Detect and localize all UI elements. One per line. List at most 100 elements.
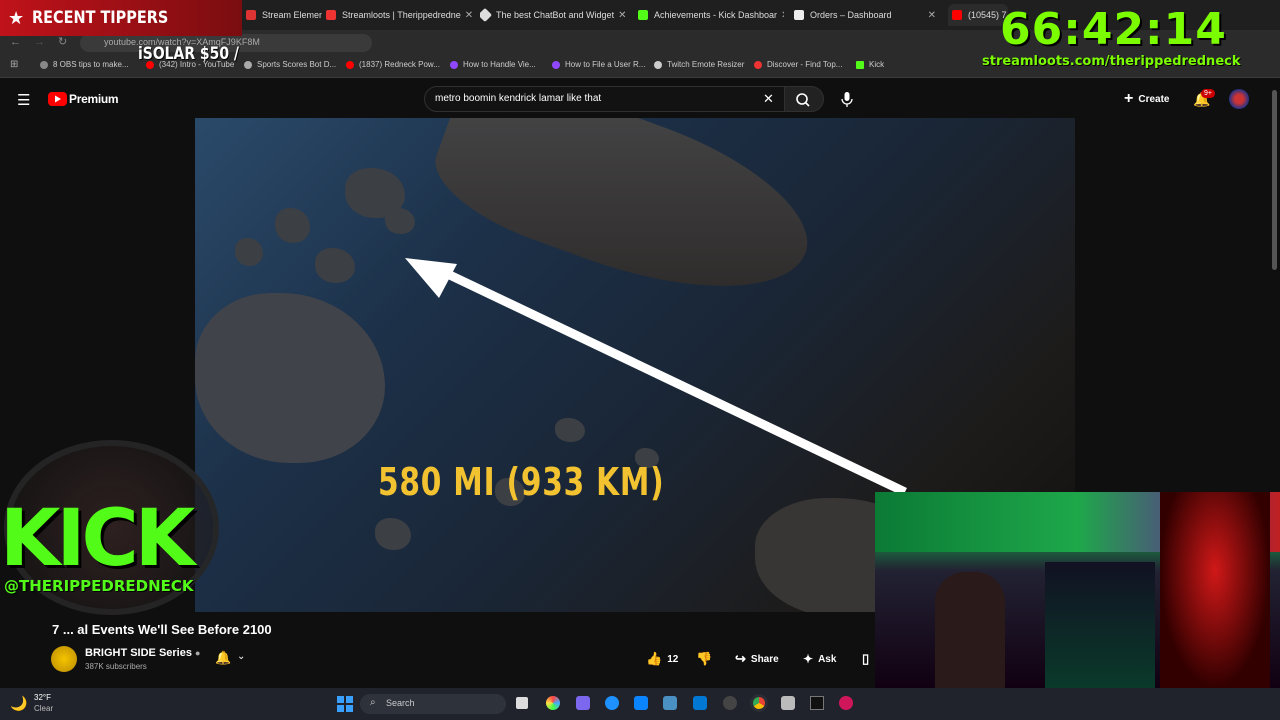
windows-start-icon[interactable] bbox=[337, 696, 353, 712]
bookmark-item[interactable]: (1837) Redneck Pow... bbox=[346, 60, 440, 69]
tab-favicon-icon bbox=[794, 10, 804, 20]
thumbs-up-icon: 👍 bbox=[646, 651, 663, 666]
bookmark-item[interactable]: Twitch Emote Resizer bbox=[654, 60, 744, 69]
forward-icon[interactable]: → bbox=[34, 36, 45, 48]
page-scrollbar[interactable] bbox=[1272, 90, 1277, 270]
tab-favicon-icon bbox=[952, 10, 962, 20]
chair bbox=[935, 572, 1005, 688]
search-icon bbox=[796, 93, 810, 107]
close-tab-icon[interactable]: ✕ bbox=[461, 10, 472, 21]
shelf bbox=[1045, 562, 1155, 688]
bookmark-item[interactable]: Discover - Find Top... bbox=[754, 60, 842, 69]
tab-youtube-active[interactable]: (10545) 7 R... bbox=[948, 4, 1008, 26]
bookmark-label: (1837) Redneck Pow... bbox=[359, 60, 440, 69]
tab-label: Achievements - Kick Dashboar bbox=[654, 10, 778, 20]
obs-icon[interactable] bbox=[723, 696, 737, 710]
bookmark-favicon-icon bbox=[40, 60, 48, 69]
tab-kick-achievements[interactable]: Achievements - Kick Dashboar✕ bbox=[638, 4, 784, 26]
ask-button[interactable]: ✦ Ask bbox=[803, 648, 836, 670]
chevron-down-icon[interactable]: ⌄ bbox=[237, 651, 245, 662]
weather-icon: 🌙 bbox=[10, 695, 28, 711]
bookmark-favicon-icon bbox=[346, 60, 354, 69]
youtube-logo-icon[interactable] bbox=[48, 92, 67, 106]
tab-chatbot[interactable]: The best ChatBot and Widget ✕ bbox=[480, 4, 626, 26]
person-silhouette bbox=[1160, 492, 1270, 688]
bookmark-label: Sports Scores Bot D... bbox=[257, 60, 337, 69]
task-view-icon[interactable] bbox=[516, 697, 528, 709]
plus-icon: + bbox=[1124, 90, 1134, 107]
bookmark-favicon-icon bbox=[754, 60, 762, 69]
recent-tip-text: iSOLAR $50 / bbox=[138, 44, 239, 64]
chrome-icon[interactable] bbox=[750, 694, 768, 712]
file-explorer-icon[interactable] bbox=[663, 696, 677, 710]
temperature: 32°F bbox=[34, 693, 51, 702]
tab-streamelements[interactable]: Stream Elements - rippedredne bbox=[246, 4, 322, 26]
tab-favicon-icon bbox=[480, 7, 493, 23]
hamburger-menu-icon[interactable]: ☰ bbox=[17, 91, 30, 109]
terminal-icon[interactable] bbox=[810, 696, 824, 710]
bookmark-label: How to File a User R... bbox=[565, 60, 646, 69]
share-button[interactable]: ↪ Share bbox=[735, 648, 779, 670]
video-caption: 580 MI (933 KM) bbox=[378, 460, 664, 504]
bookmark-item[interactable]: How to Handle Vie... bbox=[450, 60, 536, 69]
bookmark-item[interactable]: Sports Scores Bot D... bbox=[244, 60, 336, 69]
tab-label: Streamloots | Therippedredne bbox=[342, 10, 461, 20]
windows-logo-icon bbox=[337, 696, 353, 712]
bookmark-item[interactable]: How to File a User R... bbox=[552, 60, 645, 69]
share-icon: ↪ bbox=[735, 651, 746, 666]
streamloots-url: streamloots.com/therippedredneck bbox=[982, 54, 1241, 69]
close-tab-icon[interactable]: ✕ bbox=[924, 10, 940, 21]
channel-avatar[interactable] bbox=[51, 646, 77, 672]
close-tab-icon[interactable]: ✕ bbox=[614, 10, 626, 21]
stream-timer: 66:42:14 bbox=[1000, 4, 1227, 55]
bookmark-favicon-icon bbox=[244, 60, 252, 69]
youtube-premium-label: Premium bbox=[69, 92, 119, 106]
notification-bell-icon[interactable]: 🔔 bbox=[215, 650, 231, 666]
outlook-icon[interactable] bbox=[693, 696, 707, 710]
bookmark-icon: ▯ bbox=[862, 651, 870, 666]
tab-streamloots[interactable]: Streamloots | Therippedredne ✕ bbox=[326, 4, 472, 26]
create-label: Create bbox=[1138, 93, 1170, 105]
tab-orders-dashboard[interactable]: Orders – Dashboard ✕ bbox=[794, 4, 940, 26]
windows-taskbar: 🌙 32°F Clear ⌕ Search bbox=[0, 688, 1280, 720]
thumbs-down-icon: 👎 bbox=[696, 651, 713, 666]
bookmark-favicon-icon bbox=[856, 60, 864, 69]
bookmark-favicon-icon bbox=[552, 60, 560, 69]
channel-name-text: BRIGHT SIDE Series bbox=[85, 647, 192, 659]
subscriber-count: 387K subscribers bbox=[85, 662, 147, 671]
clear-search-icon[interactable]: ✕ bbox=[763, 91, 774, 107]
teams-icon[interactable] bbox=[576, 696, 590, 710]
share-label: Share bbox=[750, 653, 779, 665]
kick-logo-text: KICK bbox=[0, 494, 195, 584]
notification-badge: 9+ bbox=[1201, 89, 1215, 98]
close-tab-icon[interactable]: ✕ bbox=[777, 10, 784, 21]
webcam-feed bbox=[875, 492, 1280, 688]
store-icon[interactable] bbox=[634, 696, 648, 710]
distance-caption: 580 MI (933 KM) bbox=[378, 460, 665, 504]
taskbar-search-box[interactable]: ⌕ Search bbox=[360, 694, 506, 714]
star-icon: ★ bbox=[8, 7, 25, 28]
channel-name[interactable]: BRIGHT SIDE Series ● bbox=[85, 647, 200, 659]
search-button[interactable] bbox=[784, 86, 824, 112]
like-button[interactable]: 👍 12 bbox=[646, 648, 678, 670]
apps-grid-icon[interactable]: ⊞ bbox=[10, 59, 18, 70]
play-icon bbox=[55, 95, 61, 103]
music-app-icon[interactable] bbox=[839, 696, 853, 710]
tab-favicon-icon bbox=[326, 10, 336, 20]
copilot-icon[interactable] bbox=[546, 696, 560, 710]
search-input[interactable]: metro boomin kendrick lamar like that bbox=[424, 86, 786, 112]
dislike-button[interactable]: 👎 bbox=[696, 648, 712, 670]
reload-icon[interactable]: ↻ bbox=[58, 35, 67, 48]
bookmark-label: 8 OBS tips to make... bbox=[53, 60, 129, 69]
tab-label: Orders – Dashboard bbox=[810, 10, 892, 20]
back-icon[interactable]: ← bbox=[10, 36, 21, 48]
bookmark-item[interactable]: 8 OBS tips to make... bbox=[40, 60, 129, 69]
bookmark-item[interactable]: Kick bbox=[856, 60, 884, 69]
taskbar-search-label: Search bbox=[386, 698, 415, 708]
app-icon[interactable] bbox=[781, 696, 795, 710]
create-button[interactable]: + Create bbox=[1124, 89, 1169, 109]
voice-search-button[interactable] bbox=[836, 88, 858, 110]
save-button[interactable]: ▯ bbox=[862, 648, 869, 670]
edge-icon[interactable] bbox=[605, 696, 619, 710]
avatar[interactable] bbox=[1229, 89, 1249, 109]
